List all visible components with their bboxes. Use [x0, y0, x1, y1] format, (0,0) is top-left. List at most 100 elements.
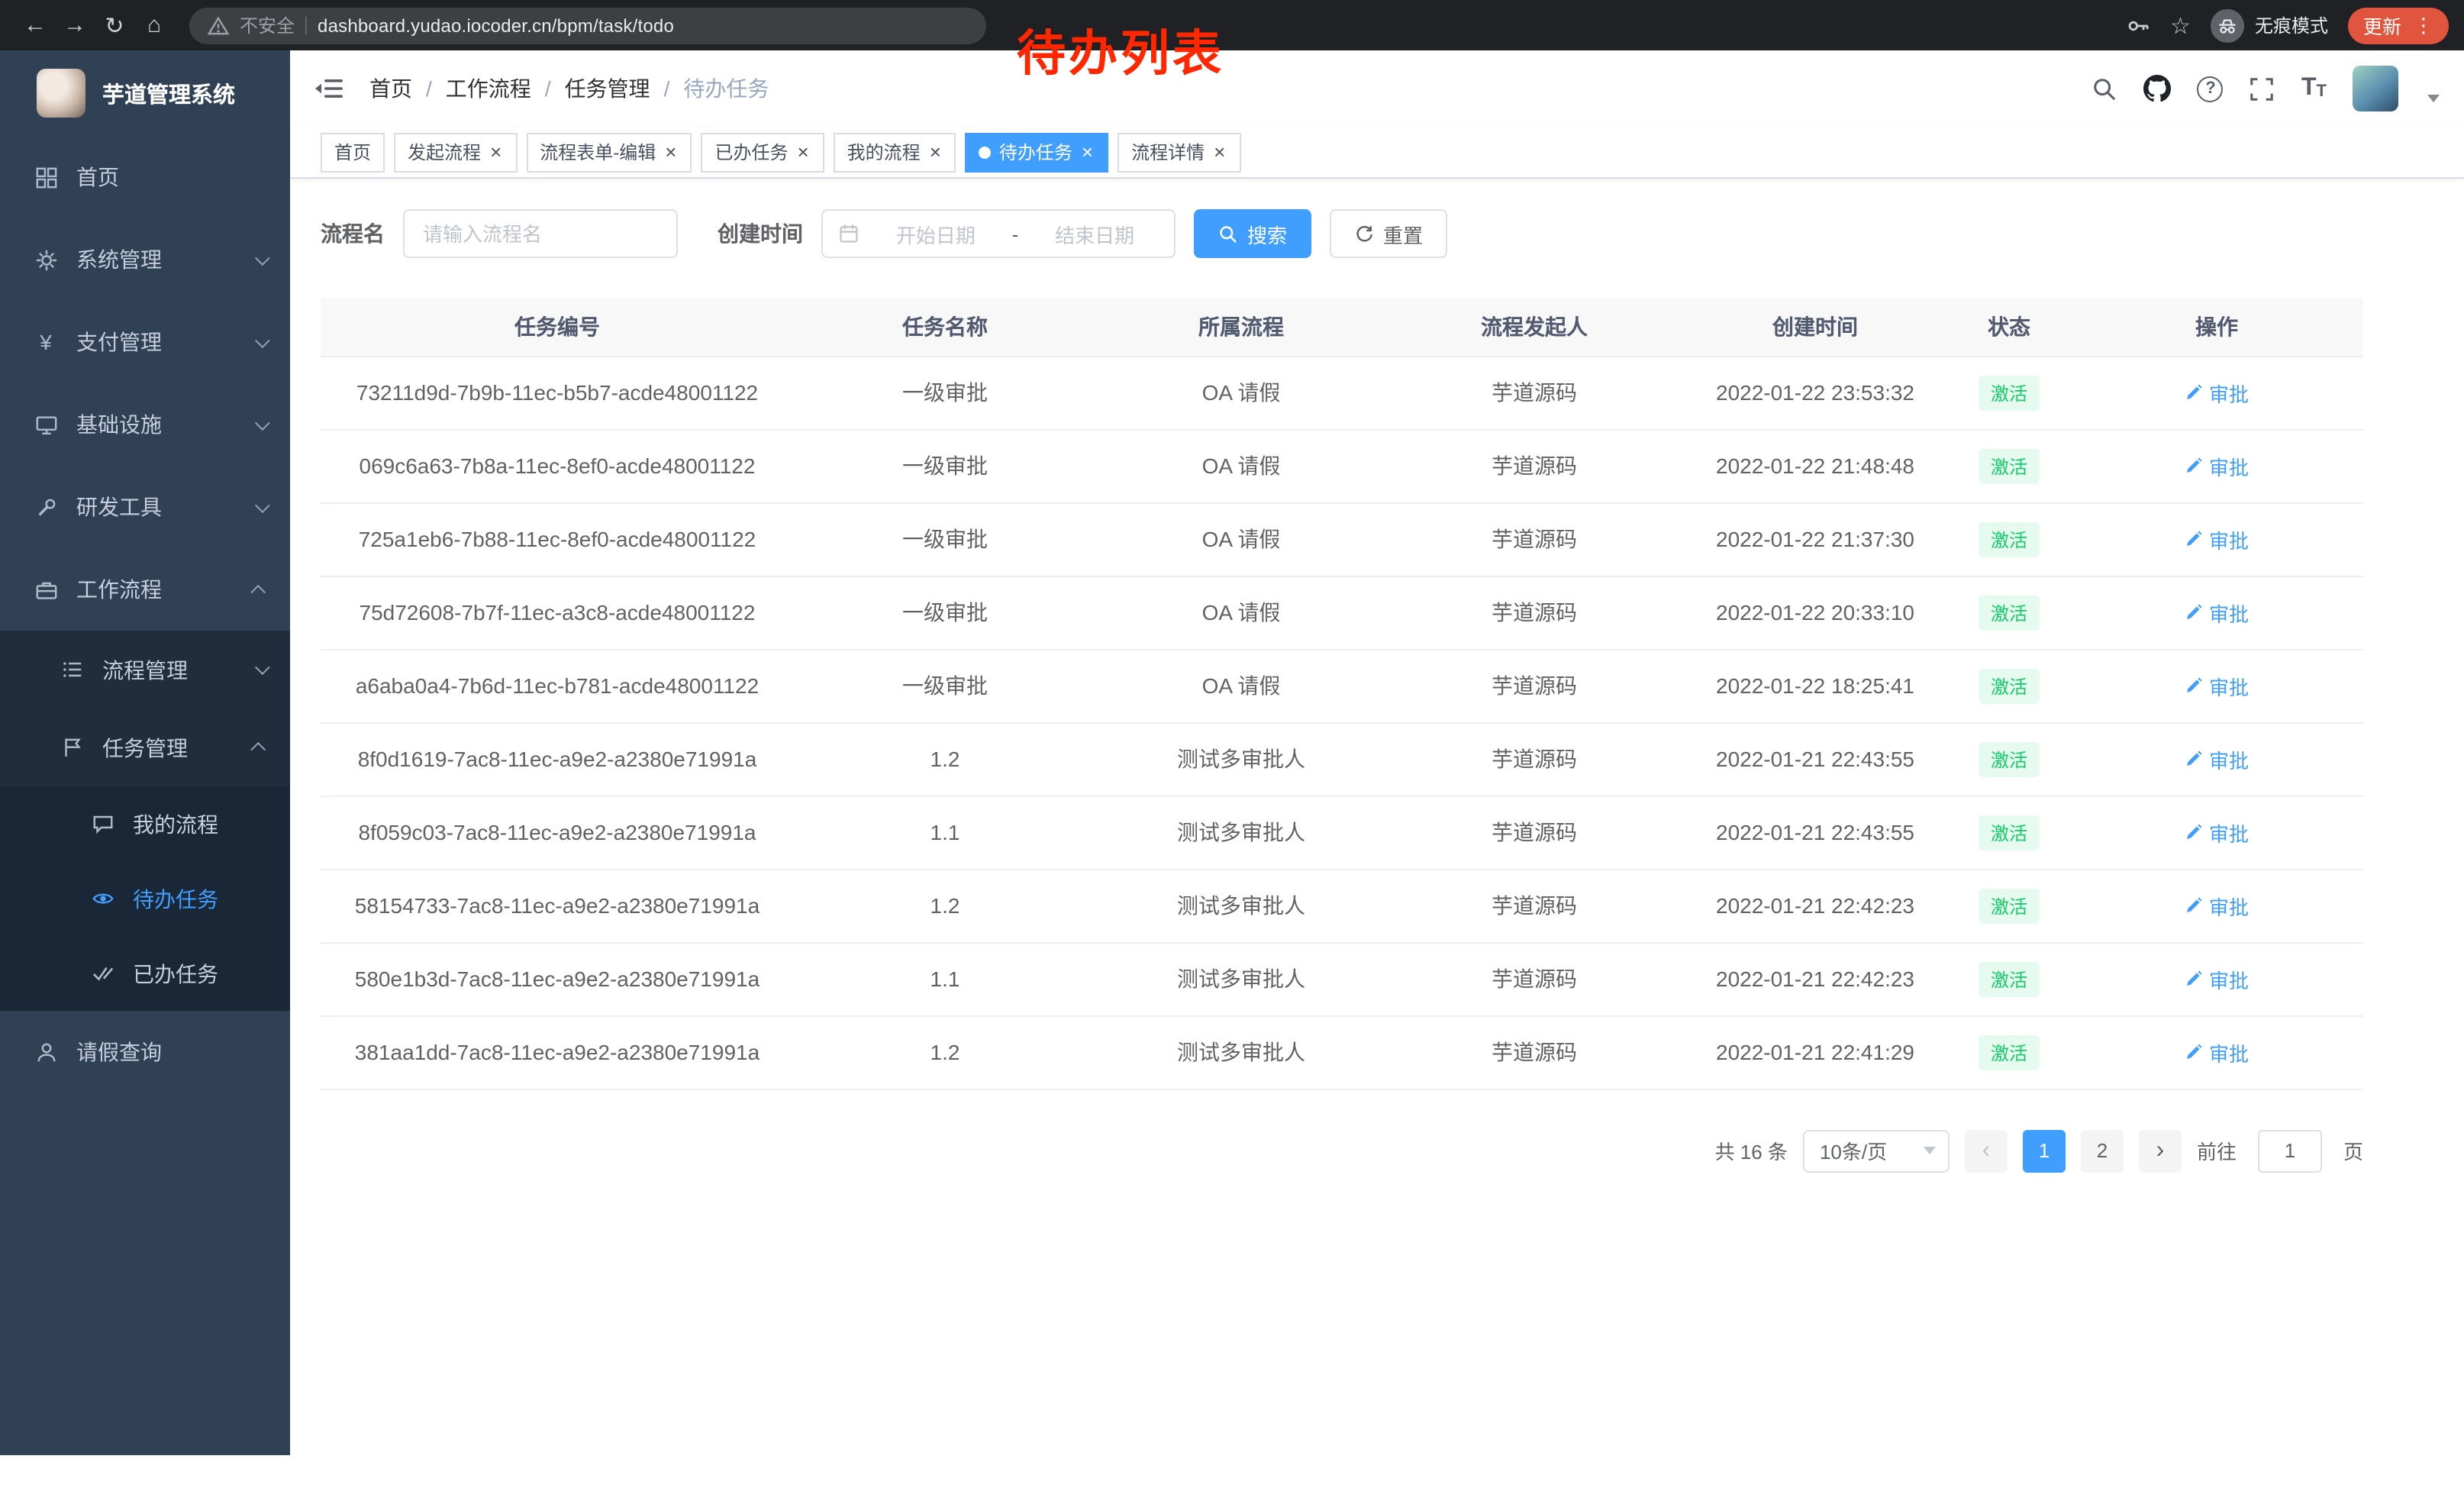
close-icon[interactable]: × [928, 142, 943, 162]
status-badge: 激活 [1979, 1035, 2040, 1070]
cell-created: 2022-01-22 23:53:32 [1682, 356, 1948, 429]
sidebar-item-my-process[interactable]: 我的流程 [0, 786, 290, 861]
bookmark-star-icon[interactable]: ☆ [2170, 11, 2191, 39]
sidebar-item-home[interactable]: 首页 [0, 136, 290, 218]
tab-my-process[interactable]: 我的流程× [834, 132, 956, 172]
close-icon[interactable]: × [1212, 142, 1227, 162]
cell-initiator: 芋道源码 [1386, 796, 1682, 869]
caret-down-icon[interactable] [2427, 94, 2440, 102]
table-row: 381aa1dd-7ac8-11ec-a9e2-a2380e71991a 1.2… [321, 1015, 2363, 1089]
update-button[interactable]: 更新 ⋮ [2348, 7, 2449, 44]
sidebar-item-process-management[interactable]: 流程管理 [0, 631, 290, 709]
breadcrumb-separator: / [426, 76, 432, 101]
chevron-down-icon [255, 660, 270, 675]
tab-form-edit[interactable]: 流程表单-编辑× [526, 132, 692, 172]
close-icon[interactable]: × [795, 142, 810, 162]
address-bar[interactable]: 不安全 dashboard.yudao.iocoder.cn/bpm/task/… [189, 7, 986, 44]
tab-todo-tasks[interactable]: 待办任务× [966, 132, 1108, 172]
font-size-icon[interactable]: TT [2301, 76, 2327, 101]
user-icon [32, 1041, 60, 1064]
approve-link[interactable]: 审批 [2185, 598, 2249, 627]
edit-icon [2185, 896, 2203, 915]
status-badge: 激活 [1979, 961, 2040, 996]
date-range-picker[interactable]: 开始日期 - 结束日期 [821, 209, 1176, 258]
breadcrumb-item[interactable]: 工作流程 [446, 73, 531, 104]
approve-link[interactable]: 审批 [2185, 744, 2249, 773]
cell-action: 审批 [2070, 869, 2363, 942]
help-icon[interactable]: ? [2198, 76, 2224, 102]
monitor-icon [32, 413, 60, 436]
page-button-1[interactable]: 1 [2023, 1129, 2066, 1172]
process-name-input[interactable] [403, 209, 678, 258]
next-page-button[interactable]: › [2139, 1129, 2182, 1172]
sidebar-item-task-management[interactable]: 任务管理 [0, 709, 290, 786]
avatar[interactable] [2353, 66, 2398, 111]
approve-link[interactable]: 审批 [2185, 1038, 2249, 1067]
approve-link[interactable]: 审批 [2185, 525, 2249, 554]
sidebar-item-done-tasks[interactable]: 已办任务 [0, 936, 290, 1011]
gear-icon [32, 248, 60, 271]
browser-menu-icon[interactable]: ⋮ [2414, 15, 2433, 35]
cell-status: 激活 [1948, 356, 2070, 429]
breadcrumb-item[interactable]: 任务管理 [565, 73, 650, 104]
cell-task-id: 73211d9d-7b9b-11ec-b5b7-acde48001122 [321, 356, 794, 429]
breadcrumb-separator: / [545, 76, 551, 101]
table-row: 8f059c03-7ac8-11ec-a9e2-a2380e71991a 1.1… [321, 796, 2363, 869]
table-row: 75d72608-7b7f-11ec-a3c8-acde48001122 一级审… [321, 576, 2363, 649]
key-icon[interactable] [2126, 13, 2150, 37]
prev-page-button[interactable]: ‹ [1965, 1129, 2008, 1172]
cell-task-name: 1.1 [794, 942, 1096, 1015]
cell-action: 审批 [2070, 942, 2363, 1015]
sidebar-item-system[interactable]: 系统管理 [0, 218, 290, 301]
close-icon[interactable]: × [489, 142, 503, 162]
incognito-badge: 无痕模式 [2211, 8, 2328, 42]
page-size-select[interactable]: 10条/页 [1803, 1129, 1950, 1172]
start-date-placeholder[interactable]: 开始日期 [872, 219, 1000, 248]
sidebar-item-leave-query[interactable]: 请假查询 [0, 1011, 290, 1093]
col-created: 创建时间 [1682, 298, 1948, 356]
sidebar-item-todo-tasks[interactable]: 待办任务 [0, 861, 290, 936]
close-icon[interactable]: × [663, 142, 678, 162]
tab-process-detail[interactable]: 流程详情× [1118, 132, 1240, 172]
approve-link[interactable]: 审批 [2185, 964, 2249, 993]
approve-link[interactable]: 审批 [2185, 451, 2249, 480]
sidebar-item-devtools[interactable]: 研发工具 [0, 466, 290, 548]
logo[interactable]: 芋道管理系统 [0, 50, 290, 136]
fullscreen-icon[interactable] [2250, 76, 2275, 102]
sidebar: 芋道管理系统 首页 系统管理 ¥ 支付管理 [0, 50, 290, 1455]
col-task-name: 任务名称 [794, 298, 1096, 356]
reset-button[interactable]: 重置 [1330, 209, 1447, 258]
table-row: 725a1eb6-7b88-11ec-8ef0-acde48001122 一级审… [321, 502, 2363, 576]
approve-link[interactable]: 审批 [2185, 671, 2249, 700]
cell-task-name: 1.2 [794, 722, 1096, 796]
search-icon[interactable] [2092, 76, 2118, 102]
approve-link[interactable]: 审批 [2185, 378, 2249, 407]
approve-link[interactable]: 审批 [2185, 891, 2249, 920]
page-button-2[interactable]: 2 [2081, 1129, 2124, 1172]
sidebar-item-infrastructure[interactable]: 基础设施 [0, 383, 290, 466]
back-button[interactable]: ← [15, 5, 55, 45]
tab-done-tasks[interactable]: 已办任务× [701, 132, 824, 172]
goto-page-input[interactable] [2258, 1129, 2322, 1172]
sidebar-item-workflow[interactable]: 工作流程 [0, 548, 290, 631]
sidebar-item-payment[interactable]: ¥ 支付管理 [0, 301, 290, 383]
approve-link[interactable]: 审批 [2185, 818, 2249, 847]
tab-home[interactable]: 首页 [321, 132, 385, 172]
collapse-sidebar-icon[interactable] [314, 76, 345, 101]
github-icon[interactable] [2144, 75, 2172, 102]
cell-task-id: 8f0d1619-7ac8-11ec-a9e2-a2380e71991a [321, 722, 794, 796]
cell-task-name: 一级审批 [794, 502, 1096, 576]
breadcrumb-item[interactable]: 首页 [369, 73, 412, 104]
filter-bar: 流程名 创建时间 开始日期 - 结束日期 搜 [321, 209, 2433, 258]
home-button[interactable]: ⌂ [134, 5, 174, 45]
cell-task-name: 一级审批 [794, 356, 1096, 429]
tab-start-process[interactable]: 发起流程× [394, 132, 517, 172]
search-button[interactable]: 搜索 [1194, 209, 1311, 258]
forward-button[interactable]: → [55, 5, 95, 45]
cell-initiator: 芋道源码 [1386, 649, 1682, 722]
end-date-placeholder[interactable]: 结束日期 [1030, 219, 1159, 248]
sidebar-item-label: 请假查询 [76, 1037, 162, 1067]
omnibox-divider [305, 16, 307, 34]
reload-button[interactable]: ↻ [95, 5, 134, 45]
close-icon[interactable]: × [1080, 142, 1095, 162]
